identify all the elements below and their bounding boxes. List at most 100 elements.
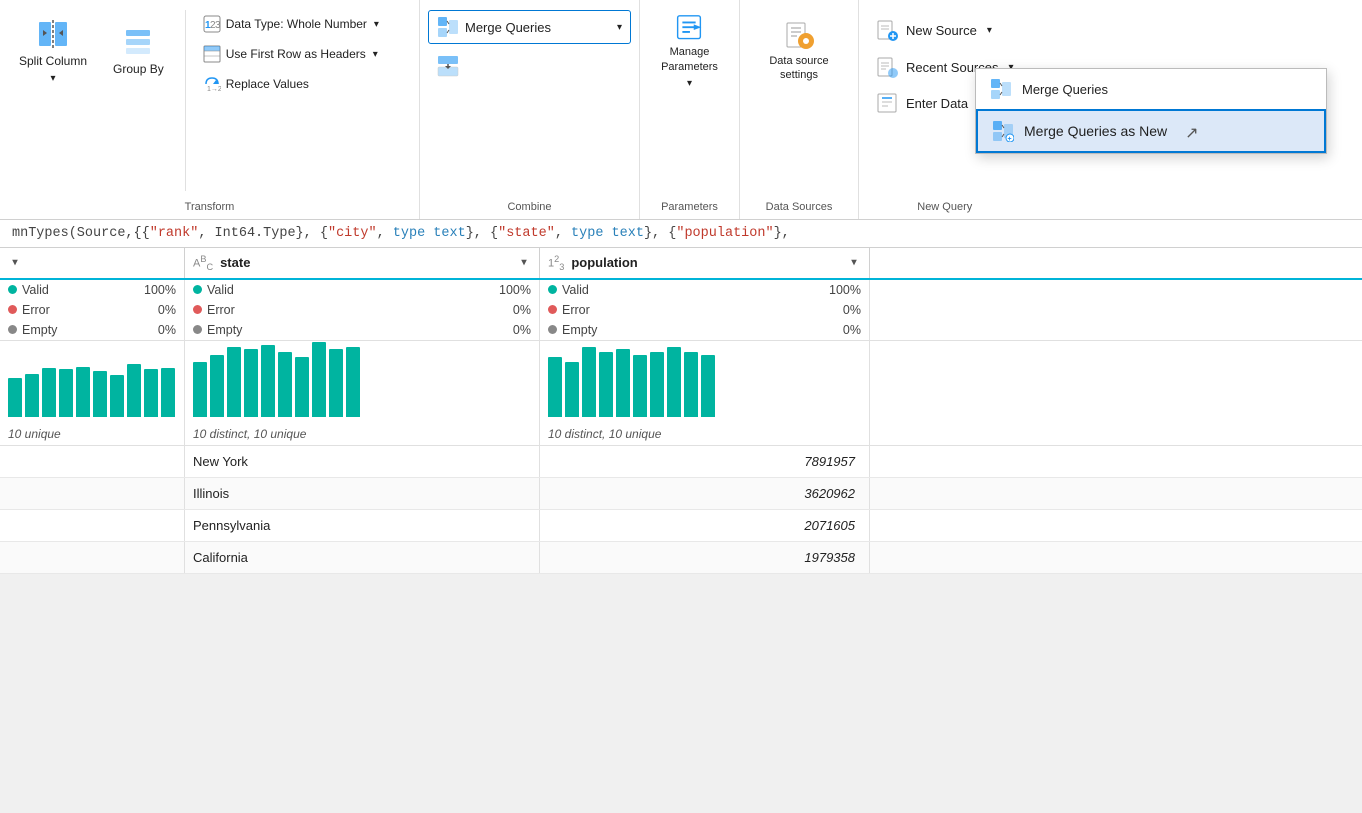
ribbon: Split Column ▾ Group By 1 [0,0,1362,220]
bar-item [110,375,124,417]
new-source-icon [876,19,898,41]
bar-item [193,362,207,417]
pop-error-label: Error [562,303,590,317]
bar-item [346,347,360,417]
ribbon-group-data-sources: Data source settings Data Sources [740,0,859,219]
svg-text:1→2: 1→2 [207,86,221,93]
bar-item [684,352,698,417]
merge-queries-option-icon [990,78,1012,100]
group-by-button[interactable]: Group By [102,6,175,96]
pop-empty-dot [548,325,557,334]
bar-item [144,369,158,417]
state-type-badge: ABC [193,254,213,272]
append-queries-button[interactable] [428,50,631,82]
bar-item [667,347,681,417]
bar-item [548,357,562,417]
formula-rank-key: "rank" [150,226,199,241]
state-error-label: Error [207,303,235,317]
new-source-button[interactable]: New Source ▾ [867,12,1023,48]
first-error-label: Error [22,303,50,317]
pop-error-pct: 0% [823,303,861,317]
state-valid-cell: Valid 100% [185,280,540,300]
bar-item [25,374,39,417]
transform-group-label: Transform [0,201,419,213]
state-error-dot [193,305,202,314]
split-column-button[interactable]: Split Column ▾ [8,6,98,96]
data-type-button[interactable]: 1 2 3 Data Type: Whole Number ▾ [196,10,411,38]
col-first-arrow[interactable]: ▾ [8,256,22,270]
manage-parameters-button[interactable]: ManageParameters ▾ [650,6,729,96]
error-stats-row: Error 0% Error 0% Error 0% [0,300,1362,320]
merge-as-new-option[interactable]: + Merge Queries as New ↗ [976,109,1326,153]
enter-data-icon [876,92,898,114]
pop-empty-pct: 0% [823,323,861,337]
first-valid-pct: 100% [138,283,176,297]
state-col-arrow[interactable]: ▾ [517,256,531,270]
formula-prefix: mnTypes(Source,{{ [12,226,150,241]
state-col-name: state [220,255,250,270]
cell-first [0,510,185,541]
first-bars [8,347,176,417]
append-queries-icon [437,55,459,77]
bar-item [329,349,343,417]
col-header-first[interactable]: ▾ [0,248,185,278]
state-empty-pct: 0% [493,323,531,337]
bar-item [76,367,90,417]
table-row[interactable]: Illinois3620962 [0,478,1362,510]
empty-stats-row: Empty 0% Empty 0% Empty 0% [0,320,1362,340]
state-bar-chart [185,341,540,423]
first-valid-label: Valid [22,283,49,297]
bar-item [8,378,22,417]
replace-values-button[interactable]: 1→2 Replace Values [196,70,411,98]
new-source-label: New Source [906,23,977,38]
data-source-settings-button[interactable]: Data source settings [748,6,850,96]
merge-queries-button[interactable]: Merge Queries ▾ [428,10,631,44]
state-valid-dot [193,285,202,294]
data-area: ▾ ABC state ▾ 123 population ▾ Valid 100… [0,248,1362,574]
pop-col-arrow[interactable]: ▾ [847,256,861,270]
pop-distinct: 10 distinct, 10 unique [540,423,870,445]
bar-item [565,362,579,417]
use-first-row-button[interactable]: Use First Row as Headers ▾ [196,40,411,68]
first-valid-dot [8,285,17,294]
bar-item [599,352,613,417]
first-empty-pct: 0% [138,323,176,337]
bar-item [295,357,309,417]
pop-valid-cell: Valid 100% [540,280,870,300]
merge-queries-option-label: Merge Queries [1022,82,1108,97]
state-valid-label: Valid [207,283,234,297]
merge-queries-option[interactable]: Merge Queries [976,69,1326,109]
first-error-dot [8,305,17,314]
cell-state: Pennsylvania [185,510,540,541]
pop-valid-dot [548,285,557,294]
replace-values-label: Replace Values [226,77,309,91]
recent-sources-icon [876,56,898,78]
grid-header-row: ▾ ABC state ▾ 123 population ▾ [0,248,1362,280]
use-first-row-label: Use First Row as Headers [226,47,366,61]
cell-first [0,446,185,477]
first-bar-chart [0,341,185,423]
combine-group-label: Combine [420,201,639,213]
state-empty-label: Empty [207,323,242,337]
table-row[interactable]: California1979358 [0,542,1362,574]
svg-text:3: 3 [215,20,221,31]
pop-error-dot [548,305,557,314]
first-empty-cell: Empty 0% [0,320,185,340]
state-empty-dot [193,325,202,334]
bar-item [616,349,630,417]
table-row[interactable]: New York7891957 [0,446,1362,478]
pop-error-cell: Error 0% [540,300,870,320]
first-error-pct: 0% [138,303,176,317]
table-row[interactable]: Pennsylvania2071605 [0,510,1362,542]
data-type-label: Data Type: Whole Number [226,17,367,31]
bar-item [59,369,73,417]
col-header-state[interactable]: ABC state ▾ [185,248,540,278]
pop-valid-pct: 100% [823,283,861,297]
col-header-population[interactable]: 123 population ▾ [540,248,870,278]
new-query-group-label: New Query [859,201,1031,213]
cell-state: New York [185,446,540,477]
data-sources-group-label: Data Sources [740,201,858,213]
split-column-arrow: ▾ [51,73,56,84]
bar-item [227,347,241,417]
first-empty-label: Empty [22,323,57,337]
